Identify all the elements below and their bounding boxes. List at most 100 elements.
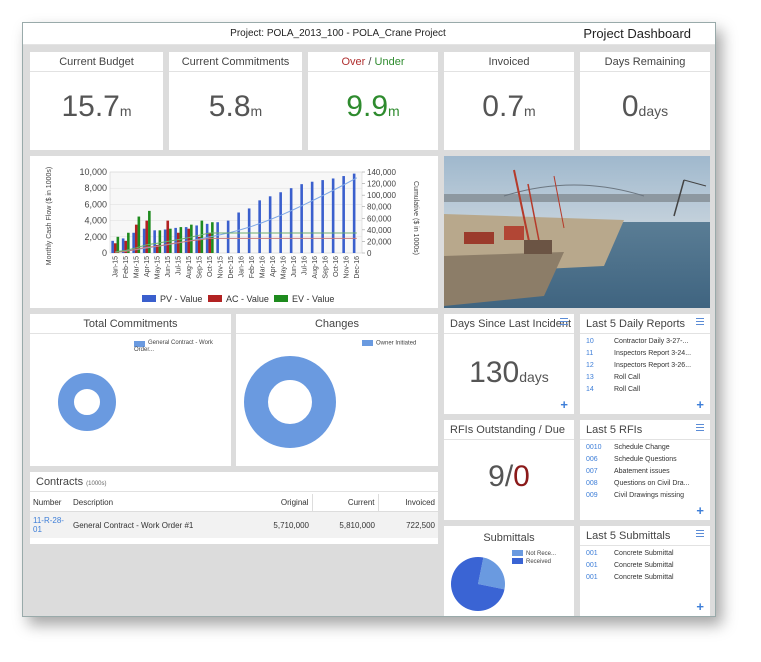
invoiced-title: Invoiced [444, 52, 574, 72]
right-tick-label: 0 [367, 249, 372, 258]
category-label: Apr-16 [270, 256, 277, 277]
rfis-outstanding-panel: RFIs Outstanding / Due 9/0 [444, 420, 574, 520]
left-tick-label: 8,000 [84, 183, 107, 193]
left-tick-label: 10,000 [79, 167, 107, 177]
bar-pv-value [342, 176, 345, 253]
bar-ac-value [208, 232, 212, 253]
category-label: Oct-16 [333, 256, 340, 277]
changes-panel: Changes Owner Initiated [236, 314, 438, 466]
rfis-title: Last 5 RFIs [580, 420, 710, 440]
list-item[interactable]: 13 Roll Call [586, 372, 706, 384]
current-budget-panel: Current Budget 15.7m [30, 52, 163, 150]
category-label: Apr-15 [144, 256, 151, 277]
daily-reports-list: 10 Contractor Daily 3-27-... 11 Inspectors… [586, 336, 706, 396]
list-item[interactable]: 001 Concrete Submittal [586, 560, 706, 572]
right-axis-label: Cumulative ($ in 1000s) [412, 181, 419, 255]
cash-flow-chart-panel: Monthly Cash Flow ($ in 1000s) Cumulativ… [30, 156, 438, 308]
contract-original: 5,710,000 [242, 511, 312, 538]
category-label: Jan-16 [238, 256, 245, 278]
category-label: Dec-15 [228, 256, 235, 279]
list-item[interactable]: 009 Civil Drawings missing [586, 490, 706, 502]
bar-pv-value [153, 230, 156, 253]
bar-pv-value [111, 240, 114, 253]
plus-icon[interactable]: + [696, 397, 704, 412]
submittals-panel: Submittals Not Rece... Received [444, 526, 574, 616]
changes-donut [244, 356, 336, 448]
current-commitments-panel: Current Commitments 5.8m [169, 52, 302, 150]
over-under-panel: Over / Under 9.9m [308, 52, 438, 150]
right-tick-label: 120,000 [367, 180, 396, 189]
right-tick-label: 20,000 [367, 237, 392, 246]
category-label: Jun-15 [165, 256, 172, 278]
contract-description: General Contract - Work Order #1 [70, 511, 242, 538]
category-label: Sep-16 [322, 256, 329, 279]
bar-pv-value [216, 222, 219, 253]
list-item[interactable]: 008 Questions on Civil Dra... [586, 478, 706, 490]
right-tick-label: 40,000 [367, 226, 392, 235]
list-item[interactable]: 11 Inspectors Report 3-24... [586, 348, 706, 360]
category-label: Jun-16 [291, 256, 298, 278]
bar-pv-value [142, 228, 146, 253]
donut-slice [244, 356, 336, 448]
menu-icon[interactable] [696, 318, 704, 328]
menu-icon[interactable] [696, 530, 704, 540]
list-item[interactable]: 001 Concrete Submittal [586, 548, 706, 560]
legend-swatch [274, 295, 288, 302]
harbor-crane-photo [444, 156, 710, 308]
plus-icon[interactable]: + [696, 599, 704, 614]
bar-pv-value [300, 184, 303, 253]
list-item[interactable]: 001 Concrete Submittal [586, 572, 706, 584]
legend-label: EV - Value [292, 294, 334, 304]
category-label: Oct-15 [207, 256, 214, 277]
last-submittals-panel: Last 5 Submittals 001 Concrete Submittal … [580, 526, 710, 616]
left-tick-label: 0 [102, 248, 107, 258]
current-commitments-value: 5.8m [208, 90, 263, 123]
menu-icon[interactable] [696, 424, 704, 434]
incident-panel: Days Since Last Incident 130days + [444, 314, 574, 414]
left-tick-label: 6,000 [84, 199, 107, 209]
bar-pv-value [310, 181, 314, 253]
current-budget-value: 15.7m [61, 90, 132, 123]
category-label: Nov-16 [343, 256, 350, 279]
category-label: Aug-15 [186, 256, 193, 279]
plus-icon[interactable]: + [560, 397, 568, 412]
col-current: Current [312, 494, 379, 512]
category-label: Mar-16 [259, 256, 266, 278]
list-item[interactable]: 10 Contractor Daily 3-27-... [586, 336, 706, 348]
contract-invoiced: 722,500 [378, 511, 438, 538]
left-tick-label: 4,000 [84, 216, 107, 226]
contracts-panel: Contracts (1000s) Number Description Ori… [30, 472, 438, 544]
list-item[interactable]: 12 Inspectors Report 3-26... [586, 360, 706, 372]
legend-label: PV - Value [160, 294, 202, 304]
bar-pv-value [268, 196, 272, 253]
category-label: Jul-16 [301, 256, 308, 275]
contract-number-link[interactable]: 11-R-28-01 [30, 511, 70, 538]
col-invoiced: Invoiced [378, 494, 438, 512]
days-remaining-value: 0days [621, 90, 669, 123]
list-item[interactable]: 006 Schedule Questions [586, 454, 706, 466]
right-tick-label: 60,000 [367, 214, 392, 223]
left-tick-label: 2,000 [84, 232, 107, 242]
list-item[interactable]: 14 Roll Call [586, 384, 706, 396]
menu-icon[interactable] [560, 318, 568, 328]
category-label: Nov-15 [217, 256, 224, 279]
bar-ev-value [200, 220, 204, 253]
plus-icon[interactable]: + [696, 503, 704, 518]
left-axis-label: Monthly Cash Flow ($ in 1000s) [46, 167, 53, 265]
cash-flow-chart: Monthly Cash Flow ($ in 1000s) Cumulativ… [46, 167, 419, 304]
bar-pv-value [184, 227, 188, 253]
header-bar: Project: POLA_2013_100 - POLA_Crane Proj… [23, 23, 715, 45]
days-remaining-panel: Days Remaining 0days [580, 52, 710, 150]
table-row: 11-R-28-01 General Contract - Work Order… [30, 511, 438, 538]
daily-reports-title: Last 5 Daily Reports [580, 314, 710, 334]
bar-pv-value [226, 220, 230, 253]
bar-ev-value [158, 230, 162, 253]
category-label: Sep-15 [196, 256, 203, 279]
list-item[interactable]: 007 Abatement issues [586, 466, 706, 478]
list-item[interactable]: 0010 Schedule Change [586, 442, 706, 454]
contract-current: 5,810,000 [312, 511, 378, 538]
bar-ac-value [166, 220, 170, 253]
rfis-list: 0010 Schedule Change 006 Schedule Question… [586, 442, 706, 502]
current-budget-title: Current Budget [30, 52, 163, 72]
rfis-panel: Last 5 RFIs 0010 Schedule Change 006 Sched… [580, 420, 710, 520]
